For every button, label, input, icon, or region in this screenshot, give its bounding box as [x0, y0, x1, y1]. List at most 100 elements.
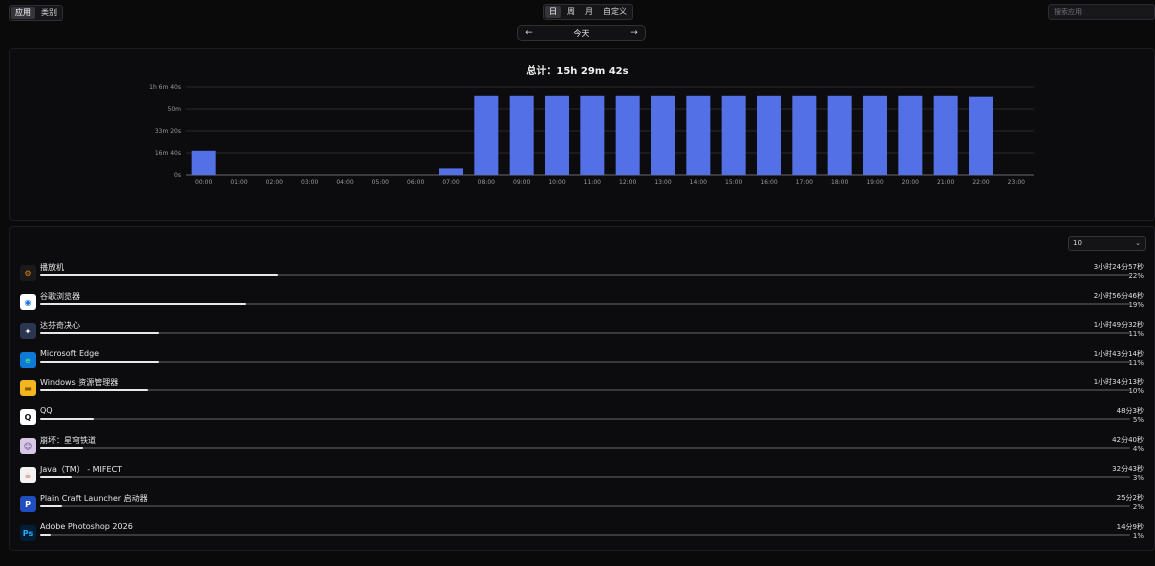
bar[interactable]	[615, 95, 640, 175]
folder-icon: ▬	[20, 380, 36, 396]
app-row[interactable]: e Microsoft Edge 1小时43分14秒 11%	[20, 349, 1144, 373]
app-name: Java（TM） - MIFECT	[40, 465, 123, 474]
usage-bar-fill	[40, 303, 246, 305]
x-tick-label: 06:00	[407, 179, 424, 186]
usage-bar-track	[40, 274, 1130, 276]
app-row[interactable]: ☕ Java（TM） - MIFECT 32分43秒 3%	[20, 464, 1144, 488]
limit-select[interactable]: 10 ⌄	[1068, 236, 1146, 251]
x-tick-label: 20:00	[902, 179, 919, 186]
usage-bar-track	[40, 332, 1130, 334]
app-duration: 32分43秒	[1112, 465, 1144, 473]
usage-bar-track	[40, 418, 1130, 420]
x-tick-label: 12:00	[619, 179, 636, 186]
x-tick-label: 04:00	[336, 179, 353, 186]
limit-value: 10	[1073, 239, 1082, 247]
app-row[interactable]: ▬ Windows 资源管理器 1小时34分13秒 10%	[20, 377, 1144, 401]
app-row[interactable]: Ps Adobe Photoshop 2026 14分9秒 1%	[20, 522, 1144, 546]
app-row[interactable]: Q QQ 48分3秒 5%	[20, 406, 1144, 430]
x-tick-label: 01:00	[230, 179, 247, 186]
usage-bar-fill	[40, 332, 159, 334]
app-name: 谷歌浏览器	[40, 292, 80, 301]
app-name: Windows 资源管理器	[40, 378, 119, 387]
x-tick-label: 03:00	[301, 179, 318, 186]
app-name: Adobe Photoshop 2026	[40, 522, 133, 531]
app-name: Plain Craft Launcher 启动器	[40, 494, 148, 503]
x-tick-label: 00:00	[195, 179, 212, 186]
app-percent: 2%	[1132, 503, 1144, 511]
app-percent: 4%	[1132, 445, 1144, 453]
x-tick-label: 17:00	[796, 179, 813, 186]
x-tick-label: 14:00	[690, 179, 707, 186]
bar[interactable]	[792, 95, 817, 175]
app-percent: 3%	[1132, 474, 1144, 482]
usage-bar-fill	[40, 447, 84, 449]
bar[interactable]	[545, 95, 569, 175]
x-tick-label: 21:00	[937, 179, 954, 186]
app-row[interactable]: ✦ 达芬奇决心 1小时49分32秒 11%	[20, 320, 1144, 344]
x-tick-label: 15:00	[725, 179, 742, 186]
usage-bar-fill	[40, 361, 159, 363]
bar[interactable]	[191, 150, 216, 175]
app-duration: 1小时49分32秒	[1093, 321, 1144, 329]
hourly-usage-chart: 0s 16m 40s 33m 20s 50m 1h 6m 40s 00:00 01:00 02…	[149, 84, 1034, 186]
bar[interactable]	[439, 168, 463, 175]
bar[interactable]	[651, 95, 675, 175]
bar[interactable]	[509, 95, 534, 175]
bar[interactable]	[863, 95, 887, 175]
usage-bar-fill	[40, 274, 278, 276]
y-tick-label: 1h 6m 40s	[149, 84, 181, 91]
bar[interactable]	[898, 95, 923, 175]
usage-bar-track	[40, 476, 1130, 478]
usage-bar-track	[40, 447, 1130, 449]
x-tick-label: 23:00	[1008, 179, 1025, 186]
bar[interactable]	[827, 95, 852, 175]
app-percent: 1%	[1132, 532, 1144, 540]
usage-bar-fill	[40, 505, 62, 507]
app-duration: 3小时24分57秒	[1093, 263, 1144, 271]
app-duration: 1小时34分13秒	[1093, 378, 1144, 386]
davinci-resolve-icon: ✦	[20, 323, 36, 339]
app-row[interactable]: ◉ 谷歌浏览器 2小时56分46秒 19%	[20, 291, 1144, 315]
y-tick-label: 0s	[174, 172, 181, 179]
app-row[interactable]: ⚙ 播放机 3小时24分57秒 22%	[20, 262, 1144, 286]
app-duration: 48分3秒	[1116, 407, 1144, 415]
bar[interactable]	[474, 95, 499, 175]
app-duration: 1小时43分14秒	[1093, 350, 1144, 358]
blender-icon: ⚙	[20, 265, 36, 281]
app-row[interactable]: ☺ 崩坏：星穹铁道 42分40秒 4%	[20, 435, 1144, 459]
app-duration: 2小时56分46秒	[1093, 292, 1144, 300]
bar[interactable]	[933, 95, 958, 175]
x-tick-label: 16:00	[760, 179, 777, 186]
bar[interactable]	[686, 95, 711, 175]
app-root: 应用 类别 日 周 月 自定义 ← 今天 → 总计：15h 29m 42s 0s…	[0, 0, 1155, 566]
bar[interactable]	[580, 95, 605, 175]
usage-bar-track	[40, 361, 1130, 363]
app-duration: 42分40秒	[1112, 436, 1144, 444]
bar[interactable]	[721, 95, 746, 175]
y-tick-label: 33m 20s	[155, 128, 181, 135]
x-tick-label: 13:00	[654, 179, 671, 186]
photoshop-icon: Ps	[20, 525, 36, 541]
y-tick-label: 50m	[168, 106, 182, 113]
app-name: Microsoft Edge	[40, 349, 100, 358]
app-percent: 22%	[1128, 272, 1144, 280]
app-row[interactable]: P Plain Craft Launcher 启动器 25分2秒 2%	[20, 493, 1144, 517]
game-avatar-icon: ☺	[20, 438, 36, 454]
x-tick-label: 02:00	[266, 179, 283, 186]
usage-bar-track	[40, 534, 1130, 536]
app-name: QQ	[40, 406, 53, 415]
x-tick-label: 22:00	[972, 179, 989, 186]
bar[interactable]	[757, 95, 781, 175]
y-tick-label: 16m 40s	[155, 150, 181, 157]
bar[interactable]	[969, 96, 993, 175]
app-percent: 11%	[1128, 359, 1144, 367]
edge-icon: e	[20, 352, 36, 368]
pcl-icon: P	[20, 496, 36, 512]
usage-bar-fill	[40, 476, 73, 478]
usage-bar-fill	[40, 389, 149, 391]
app-name: 达芬奇决心	[40, 321, 80, 330]
usage-bar-track	[40, 389, 1130, 391]
x-tick-label: 07:00	[442, 179, 459, 186]
app-duration: 25分2秒	[1116, 494, 1144, 502]
app-name: 播放机	[40, 263, 64, 272]
